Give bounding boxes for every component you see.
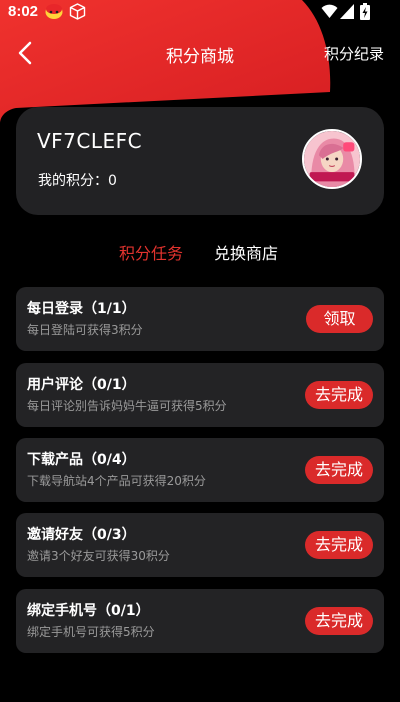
go-complete-button[interactable]: 去完成 (304, 531, 373, 559)
status-time: 8:02 (8, 3, 39, 20)
app-notification-icon (45, 4, 63, 19)
task-description: 下载导航站4个产品可获得20积分 (27, 474, 206, 488)
task-download-products: 下载产品（0/4） 下载导航站4个产品可获得20积分 去完成 (16, 438, 384, 502)
task-bind-phone: 绑定手机号（0/1） 绑定手机号可获得5积分 去完成 (16, 589, 384, 653)
cube-icon (69, 3, 86, 20)
points-row: 我的积分：0 (38, 170, 117, 190)
points-label: 我的积分： (38, 173, 108, 189)
go-complete-button[interactable]: 去完成 (304, 456, 373, 484)
username: VF7CLEFC (37, 129, 143, 153)
task-invite-friends: 邀请好友（0/3） 邀请3个好友可获得30积分 去完成 (16, 513, 384, 577)
app-header: 积分商城 积分纪录 (0, 28, 400, 78)
task-title: 用户评论（0/1） (27, 377, 136, 393)
tab-exchange-store[interactable]: 兑换商店 (214, 240, 278, 264)
task-description: 每日评论别告诉妈妈牛逼可获得5积分 (27, 399, 227, 413)
task-description: 绑定手机号可获得5积分 (27, 625, 155, 639)
points-value: 0 (108, 173, 117, 189)
avatar[interactable] (302, 129, 362, 189)
status-bar: 8:02 (0, 0, 400, 24)
task-user-comment: 用户评论（0/1） 每日评论别告诉妈妈牛逼可获得5积分 去完成 (16, 363, 384, 427)
task-title: 每日登录（1/1） (27, 301, 136, 317)
task-title: 邀请好友（0/3） (27, 527, 136, 543)
task-title: 绑定手机号（0/1） (27, 603, 150, 619)
battery-icon (360, 3, 370, 20)
task-daily-login: 每日登录（1/1） 每日登陆可获得3积分 领取 (16, 287, 384, 351)
tab-points-tasks[interactable]: 积分任务 (119, 240, 183, 264)
task-title: 下载产品（0/4） (27, 452, 136, 468)
tab-bar: 积分任务 兑换商店 (0, 240, 400, 266)
wifi-icon (321, 4, 338, 18)
points-history-link[interactable]: 积分纪录 (324, 43, 384, 64)
claim-button[interactable]: 领取 (306, 305, 373, 333)
go-complete-button[interactable]: 去完成 (304, 381, 373, 409)
user-card: VF7CLEFC 我的积分：0 (16, 107, 384, 215)
avatar-icon (304, 131, 360, 187)
task-description: 邀请3个好友可获得30积分 (27, 549, 170, 563)
task-description: 每日登陆可获得3积分 (27, 323, 143, 337)
go-complete-button[interactable]: 去完成 (304, 607, 373, 635)
cell-signal-icon (340, 4, 354, 19)
